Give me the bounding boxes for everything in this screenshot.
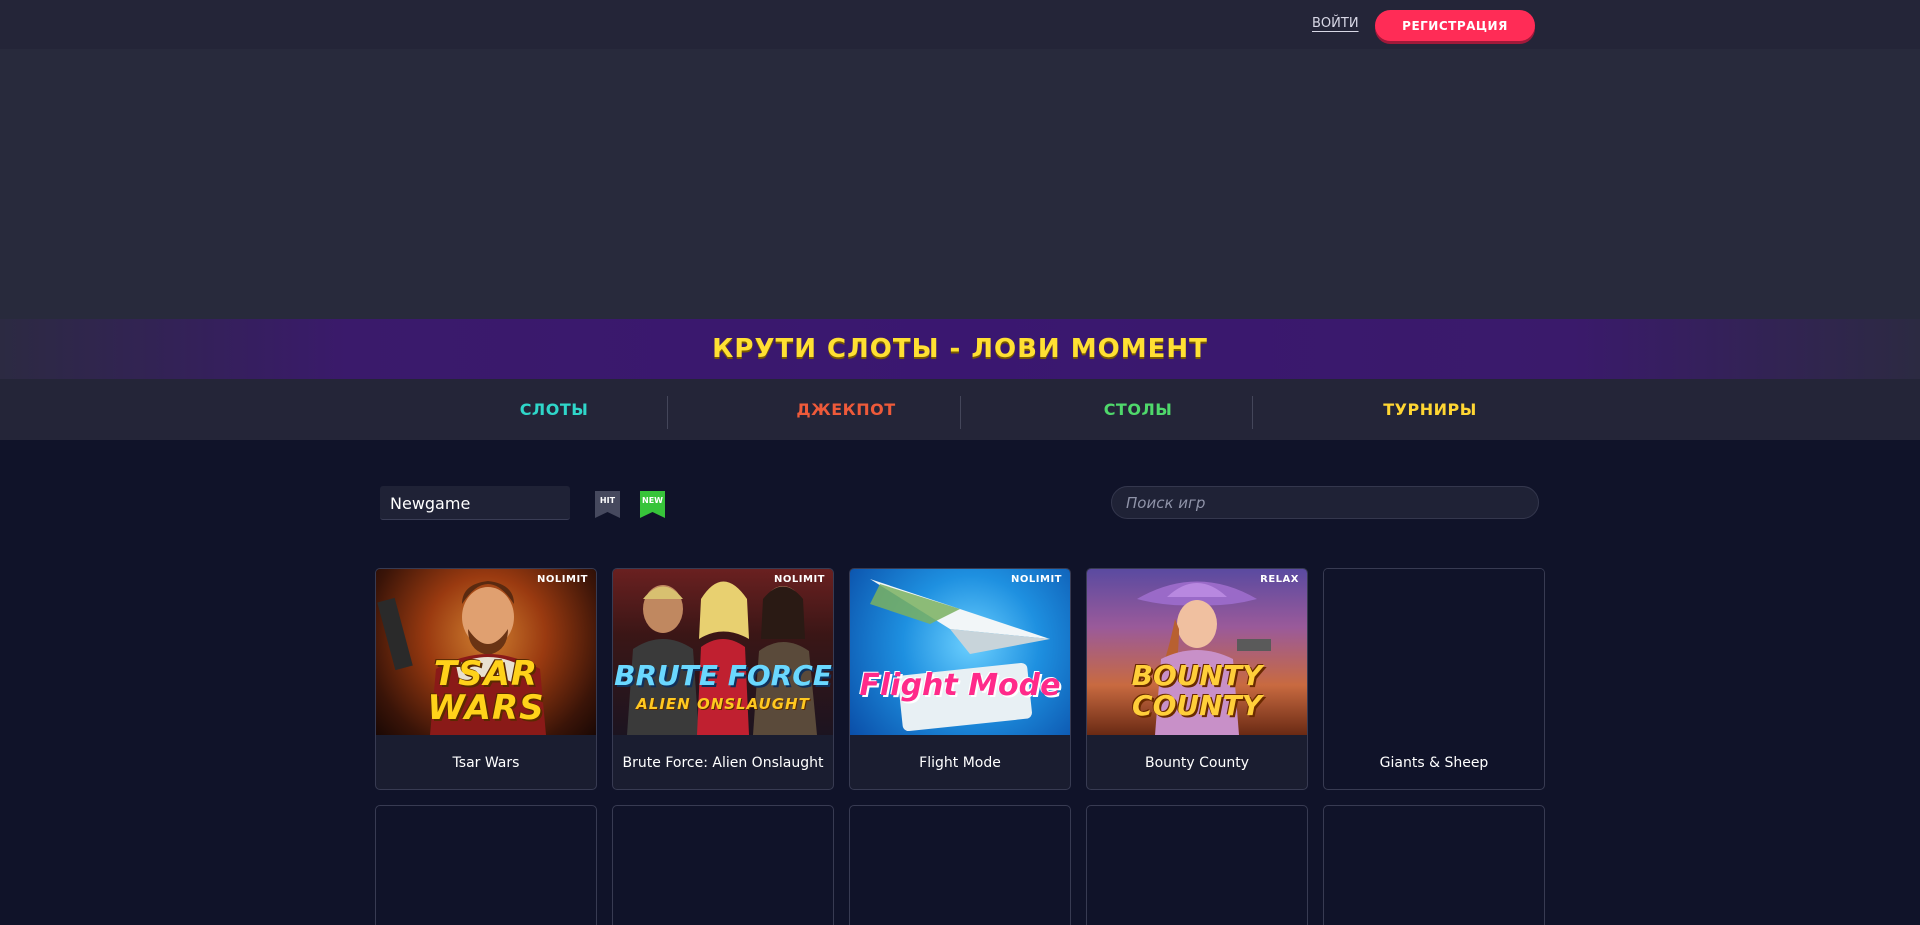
game-card-placeholder[interactable] <box>1086 805 1308 925</box>
brute-force-art: NOLIMIT BRUTE FORCE ALIEN ONSLAUGHT <box>613 569 833 735</box>
game-card-placeholder[interactable] <box>849 805 1071 925</box>
nav-divider <box>667 396 668 429</box>
search-input[interactable] <box>1126 493 1524 512</box>
tab-jackpot[interactable]: ДЖЕКПОТ <box>700 379 992 440</box>
tsar-wars-art: NOLIMIT TSAR WARS <box>376 569 596 735</box>
game-title: Bounty County <box>1144 754 1249 771</box>
brute-force-logo-text: BRUTE FORCE <box>614 659 832 692</box>
hit-filter-badge[interactable]: HIT <box>595 491 620 518</box>
bounty-county-art: RELAX BOUNTY COUNTY <box>1087 569 1307 735</box>
game-title: Giants & Sheep <box>1379 754 1489 771</box>
game-card-placeholder[interactable] <box>375 805 597 925</box>
bounty-county-logo-text: BOUNTY COUNTY <box>1131 659 1263 722</box>
giants-sheep-art-placeholder <box>1324 569 1544 735</box>
tab-slots[interactable]: СЛОТЫ <box>408 379 700 440</box>
flight-mode-logo-text: Flight Mode <box>859 668 1061 703</box>
brute-force-logo-subtext: ALIEN ONSLAUGHT <box>636 695 810 713</box>
promo-text: КРУТИ СЛОТЫ - ЛОВИ МОМЕНТ <box>712 334 1208 364</box>
game-card-bounty-county[interactable]: RELAX BOUNTY COUNTY Bounty County <box>1086 568 1308 790</box>
category-nav: СЛОТЫ ДЖЕКПОТ СТОЛЫ ТУРНИРЫ <box>0 379 1920 440</box>
top-header: ВОЙТИ РЕГИСТРАЦИЯ <box>0 0 1920 49</box>
provider-select[interactable]: Newgame <box>380 486 570 520</box>
nav-divider <box>960 396 961 429</box>
paper-plane-icon <box>870 579 1050 732</box>
promo-strip[interactable]: КРУТИ СЛОТЫ - ЛОВИ МОМЕНТ <box>0 319 1920 379</box>
new-filter-badge[interactable]: NEW <box>640 491 665 518</box>
register-button[interactable]: РЕГИСТРАЦИЯ <box>1375 10 1535 41</box>
game-card-tsar-wars[interactable]: NOLIMIT TSAR WARS Tsar Wars <box>375 568 597 790</box>
provider-logo: RELAX <box>1260 574 1299 585</box>
game-card-brute-force[interactable]: NOLIMIT BRUTE FORCE ALIEN ONSLAUGHT Brut… <box>612 568 834 790</box>
tsar-wars-logo-text: TSAR WARS <box>427 654 545 728</box>
game-card-giants-sheep[interactable]: Giants & Sheep <box>1323 568 1545 790</box>
game-card-placeholder[interactable] <box>612 805 834 925</box>
tab-tables[interactable]: СТОЛЫ <box>992 379 1284 440</box>
game-title: Brute Force: Alien Onslaught <box>622 754 824 771</box>
provider-logo: NOLIMIT <box>1011 574 1062 585</box>
flight-mode-art: NOLIMIT Flight Mode <box>850 569 1070 735</box>
game-title: Tsar Wars <box>452 754 520 771</box>
game-card-flight-mode[interactable]: NOLIMIT Flight Mode Flight Mode <box>849 568 1071 790</box>
provider-logo: NOLIMIT <box>537 574 588 585</box>
banner-area <box>0 49 1920 319</box>
search-box <box>1111 486 1539 519</box>
login-link[interactable]: ВОЙТИ <box>1312 16 1359 31</box>
provider-logo: NOLIMIT <box>774 574 825 585</box>
game-card-placeholder[interactable] <box>1323 805 1545 925</box>
tab-tournaments[interactable]: ТУРНИРЫ <box>1284 379 1576 440</box>
nav-divider <box>1252 396 1253 429</box>
game-title: Flight Mode <box>919 754 1001 771</box>
